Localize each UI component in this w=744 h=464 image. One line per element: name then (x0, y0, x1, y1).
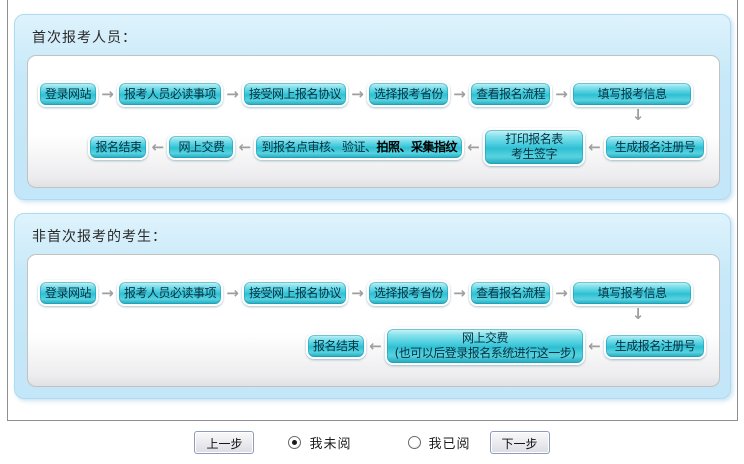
flow-step-process: 查看报名流程 (469, 280, 552, 306)
radio-read-label[interactable]: 我已阅 (429, 433, 471, 452)
arrow-down-icon: ↓ (618, 307, 658, 322)
arrow-left-icon: ← (585, 339, 604, 354)
print-line2: 考生签字 (511, 147, 557, 161)
arrow-down-icon: ↓ (618, 108, 658, 123)
arrow-left-icon: ← (148, 140, 167, 155)
pay-line2: (也可以后登录报名系统进行这一步) (395, 346, 576, 360)
verify-text-bold: 拍照、采集指纹 (376, 140, 457, 154)
flow-step-end: 报名结束 (306, 333, 366, 359)
flow-box-returning: 登录网站 → 报考人员必读事项 → 接受网上报名协议 → 选择报考省份 → 查看… (27, 254, 720, 387)
flow-step-province: 选择报考省份 (367, 81, 450, 107)
flow-step-login: 登录网站 (38, 81, 98, 107)
flow-step-province: 选择报考省份 (367, 280, 450, 306)
radio-checked-icon[interactable] (288, 436, 301, 449)
flow-step-fill-info: 填写报考信息 (571, 81, 693, 107)
panel-returning-title: 非首次报考的考生： (32, 226, 167, 246)
arrow-right-icon: → (223, 286, 242, 301)
flow-row-bottom: 报名结束 ← 网上交费(也可以后登录报名系统进行这一步) ← 生成报名注册号 (38, 326, 706, 366)
flow-step-notice: 报考人员必读事项 (117, 280, 223, 306)
flow-step-login: 登录网站 (38, 280, 98, 306)
arrow-right-icon: → (98, 286, 117, 301)
arrow-right-icon: → (552, 286, 571, 301)
verify-text: 到报名点审核、验证、 (261, 140, 376, 154)
arrow-right-icon: → (552, 87, 571, 102)
radio-unchecked-icon[interactable] (408, 436, 421, 449)
flow-step-notice: 报考人员必读事项 (117, 81, 223, 107)
flow-step-onsite-verification: 到报名点审核、验证、拍照、采集指纹 (254, 134, 464, 160)
arrow-right-icon: → (450, 286, 469, 301)
flow-box-first-time: 登录网站 → 报考人员必读事项 → 接受网上报名协议 → 选择报考省份 → 查看… (27, 55, 720, 188)
next-step-button[interactable]: 下一步 (490, 431, 550, 454)
flow-step-register-number: 生成报名注册号 (604, 333, 706, 359)
flow-row-top: 登录网站 → 报考人员必读事项 → 接受网上报名协议 → 选择报考省份 → 查看… (38, 279, 706, 307)
arrow-right-icon: → (98, 87, 117, 102)
flow-step-agreement: 接受网上报名协议 (242, 280, 348, 306)
prev-step-button[interactable]: 上一步 (194, 431, 254, 454)
flow-step-register-number: 生成报名注册号 (604, 134, 706, 160)
arrow-right-icon: → (223, 87, 242, 102)
flow-step-process: 查看报名流程 (469, 81, 552, 107)
radio-option-read[interactable]: 我已阅 (408, 433, 471, 452)
flow-step-agreement: 接受网上报名协议 (242, 81, 348, 107)
arrow-left-icon: ← (464, 140, 483, 155)
flow-step-online-payment: 网上交费(也可以后登录报名系统进行这一步) (385, 327, 585, 365)
panel-returning: 非首次报考的考生： 登录网站 → 报考人员必读事项 → 接受网上报名协议 → 选… (14, 213, 731, 399)
arrow-left-icon: ← (585, 140, 604, 155)
panel-first-time-title: 首次报考人员： (32, 27, 137, 47)
radio-unread-label[interactable]: 我未阅 (309, 433, 351, 452)
arrow-right-icon: → (348, 87, 367, 102)
flow-step-online-payment: 网上交费 (167, 134, 235, 160)
arrow-right-icon: → (450, 87, 469, 102)
footer-controls: 上一步 我未阅 我已阅 下一步 (0, 429, 744, 455)
flow-step-end: 报名结束 (88, 134, 148, 160)
registration-flow-page: 首次报考人员： 登录网站 → 报考人员必读事项 → 接受网上报名协议 → 选择报… (0, 0, 744, 464)
panel-first-time: 首次报考人员： 登录网站 → 报考人员必读事项 → 接受网上报名协议 → 选择报… (14, 14, 731, 200)
arrow-left-icon: ← (235, 140, 254, 155)
flow-step-fill-info: 填写报考信息 (571, 280, 693, 306)
radio-option-unread[interactable]: 我未阅 (288, 433, 351, 452)
pay-line1: 网上交费 (462, 331, 508, 345)
print-line1: 打印报名表 (505, 132, 563, 146)
arrow-right-icon: → (348, 286, 367, 301)
flow-step-print-sign: 打印报名表考生签字 (483, 128, 585, 166)
flow-row-top: 登录网站 → 报考人员必读事项 → 接受网上报名协议 → 选择报考省份 → 查看… (38, 80, 706, 108)
arrow-left-icon: ← (366, 339, 385, 354)
flow-row-bottom: 报名结束 ← 网上交费 ← 到报名点审核、验证、拍照、采集指纹 ← 打印报名表考… (38, 127, 706, 167)
